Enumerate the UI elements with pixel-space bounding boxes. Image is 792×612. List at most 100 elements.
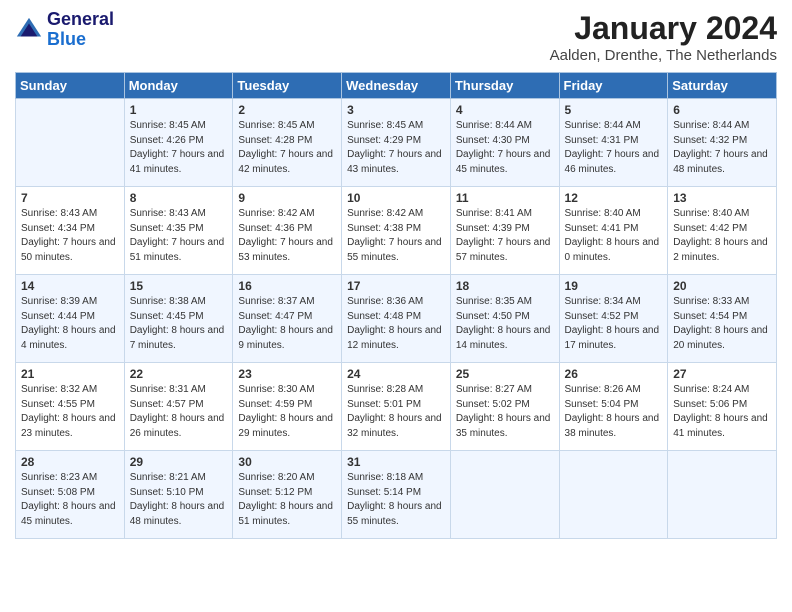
day-number: 6 bbox=[673, 103, 771, 117]
sunrise-text: Sunrise: 8:42 AM bbox=[238, 208, 314, 219]
sunrise-text: Sunrise: 8:43 AM bbox=[21, 208, 97, 219]
daylight-text: Daylight: 8 hours and 12 minutes. bbox=[347, 325, 442, 351]
sunrise-text: Sunrise: 8:36 AM bbox=[347, 296, 423, 307]
calendar-cell: 5Sunrise: 8:44 AMSunset: 4:31 PMDaylight… bbox=[559, 99, 668, 187]
daylight-text: Daylight: 7 hours and 43 minutes. bbox=[347, 149, 442, 175]
sunrise-text: Sunrise: 8:45 AM bbox=[347, 120, 423, 131]
calendar-header-row: SundayMondayTuesdayWednesdayThursdayFrid… bbox=[16, 73, 777, 99]
sunrise-text: Sunrise: 8:43 AM bbox=[130, 208, 206, 219]
day-number: 26 bbox=[565, 367, 663, 381]
sunset-text: Sunset: 4:48 PM bbox=[347, 311, 421, 322]
daylight-text: Daylight: 8 hours and 4 minutes. bbox=[21, 325, 116, 351]
daylight-text: Daylight: 7 hours and 57 minutes. bbox=[456, 237, 551, 263]
cell-info: Sunrise: 8:45 AM Sunset: 4:29 PM Daylight:… bbox=[347, 119, 445, 177]
cell-info: Sunrise: 8:23 AMSunset: 5:08 PMDaylight:… bbox=[21, 471, 119, 529]
sunrise-text: Sunrise: 8:44 AM bbox=[673, 120, 749, 131]
calendar-cell bbox=[450, 451, 559, 539]
calendar-cell: 31Sunrise: 8:18 AMSunset: 5:14 PMDayligh… bbox=[342, 451, 451, 539]
calendar-cell: 13Sunrise: 8:40 AMSunset: 4:42 PMDayligh… bbox=[668, 187, 777, 275]
calendar-cell: 25Sunrise: 8:27 AMSunset: 5:02 PMDayligh… bbox=[450, 363, 559, 451]
daylight-text: Daylight: 7 hours and 51 minutes. bbox=[130, 237, 225, 263]
sunset-text: Sunset: 5:08 PM bbox=[21, 487, 95, 498]
sunset-text: Sunset: 4:41 PM bbox=[565, 223, 639, 234]
sunrise-text: Sunrise: 8:23 AM bbox=[21, 472, 97, 483]
day-number: 17 bbox=[347, 279, 445, 293]
sunset-text: Sunset: 4:30 PM bbox=[456, 135, 530, 146]
calendar-cell: 7Sunrise: 8:43 AMSunset: 4:34 PMDaylight… bbox=[16, 187, 125, 275]
sunrise-text: Sunrise: 8:37 AM bbox=[238, 296, 314, 307]
cell-info: Sunrise: 8:37 AMSunset: 4:47 PMDaylight:… bbox=[238, 295, 336, 353]
calendar-cell: 29Sunrise: 8:21 AMSunset: 5:10 PMDayligh… bbox=[124, 451, 233, 539]
sunrise-text: Sunrise: 8:24 AM bbox=[673, 384, 749, 395]
sunrise-text: Sunrise: 8:42 AM bbox=[347, 208, 423, 219]
sunset-text: Sunset: 4:42 PM bbox=[673, 223, 747, 234]
day-number: 12 bbox=[565, 191, 663, 205]
cell-info: Sunrise: 8:45 AMSunset: 4:26 PMDaylight:… bbox=[130, 119, 228, 177]
sunset-text: Sunset: 4:26 PM bbox=[130, 135, 204, 146]
calendar-cell: 8 Sunrise: 8:43 AMSunset: 4:35 PMDaylight… bbox=[124, 187, 233, 275]
sunset-text: Sunset: 4:47 PM bbox=[238, 311, 312, 322]
day-header-tuesday: Tuesday bbox=[233, 73, 342, 99]
sunrise-text: Sunrise: 8:40 AM bbox=[565, 208, 641, 219]
cell-info: Sunrise: 8:42 AMSunset: 4:38 PMDaylight:… bbox=[347, 207, 445, 265]
sunset-text: Sunset: 4:45 PM bbox=[130, 311, 204, 322]
sunrise-text: Sunrise: 8:27 AM bbox=[456, 384, 532, 395]
calendar-cell: 3Sunrise: 8:45 AMSunset: 4:29 PMDaylight… bbox=[342, 99, 451, 187]
daylight-text: Daylight: 8 hours and 7 minutes. bbox=[130, 325, 225, 351]
calendar-cell: 14Sunrise: 8:39 AMSunset: 4:44 PMDayligh… bbox=[16, 275, 125, 363]
calendar-cell: 6Sunrise: 8:44 AMSunset: 4:32 PMDaylight… bbox=[668, 99, 777, 187]
sunset-text: Sunset: 4:32 PM bbox=[673, 135, 747, 146]
calendar-cell: 22Sunrise: 8:31 AMSunset: 4:57 PMDayligh… bbox=[124, 363, 233, 451]
sunset-text: Sunset: 4:54 PM bbox=[673, 311, 747, 322]
sunset-text: Sunset: 5:01 PM bbox=[347, 399, 421, 410]
day-header-wednesday: Wednesday bbox=[342, 73, 451, 99]
calendar-cell: 17 Sunrise: 8:36 AM Sunset: 4:48 PM Dayligh… bbox=[342, 275, 451, 363]
cell-info: Sunrise: 8:43 AMSunset: 4:35 PMDaylight:… bbox=[130, 207, 228, 265]
day-number: 8 bbox=[130, 191, 228, 205]
sunset-text: Sunset: 4:57 PM bbox=[130, 399, 204, 410]
page-header: General Blue January 2024 Aalden, Drenth… bbox=[15, 10, 777, 64]
location-title: Aalden, Drenthe, The Netherlands bbox=[550, 47, 777, 64]
calendar-body: 1Sunrise: 8:45 AMSunset: 4:26 PMDaylight… bbox=[16, 99, 777, 539]
day-header-saturday: Saturday bbox=[668, 73, 777, 99]
calendar-cell: 30Sunrise: 8:20 AMSunset: 5:12 PMDayligh… bbox=[233, 451, 342, 539]
logo-line1: General bbox=[47, 10, 114, 30]
sunrise-text: Sunrise: 8:38 AM bbox=[130, 296, 206, 307]
calendar-cell: 10Sunrise: 8:42 AMSunset: 4:38 PMDayligh… bbox=[342, 187, 451, 275]
cell-info: Sunrise: 8:40 AMSunset: 4:42 PMDaylight:… bbox=[673, 207, 771, 265]
sunrise-text: Sunrise: 8:18 AM bbox=[347, 472, 423, 483]
calendar-cell: 1Sunrise: 8:45 AMSunset: 4:26 PMDaylight… bbox=[124, 99, 233, 187]
calendar-cell: 12Sunrise: 8:40 AMSunset: 4:41 PMDayligh… bbox=[559, 187, 668, 275]
sunset-text: Sunset: 5:04 PM bbox=[565, 399, 639, 410]
sunset-text: Sunset: 4:29 PM bbox=[347, 135, 421, 146]
cell-info: Sunrise: 8:41 AMSunset: 4:39 PMDaylight:… bbox=[456, 207, 554, 265]
cell-info: Sunrise: 8:45 AMSunset: 4:28 PMDaylight:… bbox=[238, 119, 336, 177]
day-number: 23 bbox=[238, 367, 336, 381]
sunrise-text: Sunrise: 8:45 AM bbox=[130, 120, 206, 131]
cell-info: Sunrise: 8:40 AMSunset: 4:41 PMDaylight:… bbox=[565, 207, 663, 265]
calendar-cell bbox=[16, 99, 125, 187]
day-number: 21 bbox=[21, 367, 119, 381]
cell-info: Sunrise: 8:18 AMSunset: 5:14 PMDaylight:… bbox=[347, 471, 445, 529]
calendar-cell: 2Sunrise: 8:45 AMSunset: 4:28 PMDaylight… bbox=[233, 99, 342, 187]
cell-info: Sunrise: 8:30 AMSunset: 4:59 PMDaylight:… bbox=[238, 383, 336, 441]
sunset-text: Sunset: 5:12 PM bbox=[238, 487, 312, 498]
calendar-cell: 26Sunrise: 8:26 AMSunset: 5:04 PMDayligh… bbox=[559, 363, 668, 451]
logo-line2: Blue bbox=[47, 30, 114, 50]
day-header-friday: Friday bbox=[559, 73, 668, 99]
day-number: 22 bbox=[130, 367, 228, 381]
day-number: 20 bbox=[673, 279, 771, 293]
day-number: 10 bbox=[347, 191, 445, 205]
day-number: 15 bbox=[130, 279, 228, 293]
sunset-text: Sunset: 4:34 PM bbox=[21, 223, 95, 234]
cell-info: Sunrise: 8:38 AM Sunset: 4:45 PM Daylight:… bbox=[130, 295, 228, 353]
sunrise-text: Sunrise: 8:44 AM bbox=[456, 120, 532, 131]
daylight-text: Daylight: 8 hours and 41 minutes. bbox=[673, 413, 768, 439]
day-number: 4 bbox=[456, 103, 554, 117]
daylight-text: Daylight: 8 hours and 14 minutes. bbox=[456, 325, 551, 351]
day-number: 27 bbox=[673, 367, 771, 381]
sunrise-text: Sunrise: 8:41 AM bbox=[456, 208, 532, 219]
day-number: 19 bbox=[565, 279, 663, 293]
cell-info: Sunrise: 8:42 AMSunset: 4:36 PMDaylight:… bbox=[238, 207, 336, 265]
sunset-text: Sunset: 4:38 PM bbox=[347, 223, 421, 234]
